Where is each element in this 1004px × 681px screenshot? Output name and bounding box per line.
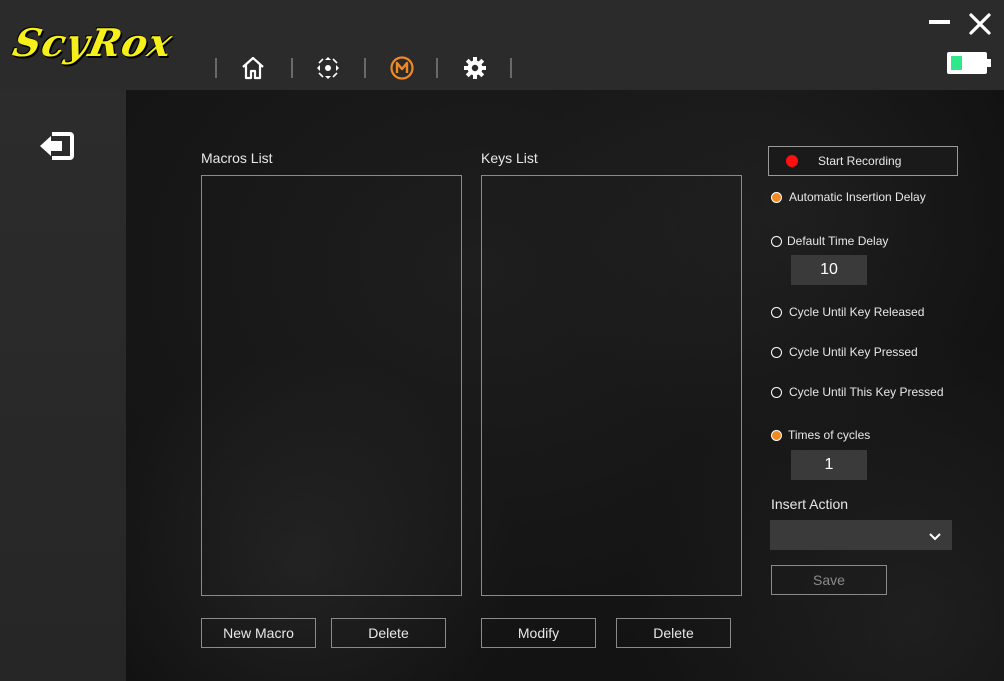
cycle-until-released-option[interactable]: Cycle Until Key Released [771,305,924,319]
battery-nub [987,59,991,67]
radio-selected-icon [771,429,782,441]
cycle-until-released-label: Cycle Until Key Released [789,305,925,319]
macros-list-title: Macros List [201,150,273,166]
radio-unselected-icon [771,386,782,398]
start-recording-label: Start Recording [818,154,902,168]
nav-separator [510,58,512,78]
nav-separator [436,58,438,78]
scyrox-logo: ScyRox [9,20,178,65]
nav-separator [215,58,217,78]
default-time-delay-option[interactable]: Default Time Delay [771,234,888,248]
default-time-delay-input[interactable]: 10 [791,255,867,285]
sidebar [0,90,126,681]
start-recording-button[interactable]: Start Recording [768,146,958,176]
cycle-until-this-pressed-label: Cycle Until This Key Pressed [789,385,944,399]
radio-selected-icon [771,191,782,203]
auto-insertion-delay-label: Automatic Insertion Delay [789,190,926,204]
dpad-icon[interactable] [314,54,342,82]
home-icon[interactable] [239,54,267,82]
macro-icon[interactable] [388,54,416,82]
times-of-cycles-input[interactable]: 1 [791,450,867,480]
insert-action-label: Insert Action [771,496,849,512]
times-of-cycles-label: Times of cycles [788,428,871,442]
keys-list-title: Keys List [481,150,538,166]
close-button[interactable] [968,12,992,41]
record-dot-icon [786,155,798,167]
chevron-down-icon [928,529,942,547]
cycle-until-pressed-label: Cycle Until Key Pressed [789,345,918,359]
cycle-until-this-pressed-option[interactable]: Cycle Until This Key Pressed [771,385,944,399]
cycle-until-pressed-option[interactable]: Cycle Until Key Pressed [771,345,918,359]
battery-indicator [947,52,991,74]
nav-separator [291,58,293,78]
nav-separator [364,58,366,78]
battery-level [951,56,962,70]
back-icon[interactable] [38,130,76,167]
new-macro-button[interactable]: New Macro [201,618,316,648]
default-time-delay-label: Default Time Delay [787,234,889,248]
delete-key-button[interactable]: Delete [616,618,731,648]
modify-key-button[interactable]: Modify [481,618,596,648]
minimize-icon [929,20,950,24]
times-of-cycles-option[interactable]: Times of cycles [771,428,870,442]
auto-insertion-delay-option[interactable]: Automatic Insertion Delay [771,190,926,204]
radio-unselected-icon [771,346,782,358]
minimize-button[interactable] [929,14,951,35]
gear-icon[interactable] [461,54,489,82]
save-button[interactable]: Save [771,565,887,595]
macros-list[interactable] [201,175,462,596]
keys-list[interactable] [481,175,742,596]
delete-macro-button[interactable]: Delete [331,618,446,648]
title-bar: ScyRox [0,0,1004,90]
radio-unselected-icon [771,306,782,318]
insert-action-select[interactable] [770,520,952,550]
radio-unselected-icon [771,235,782,247]
close-icon [969,13,991,35]
